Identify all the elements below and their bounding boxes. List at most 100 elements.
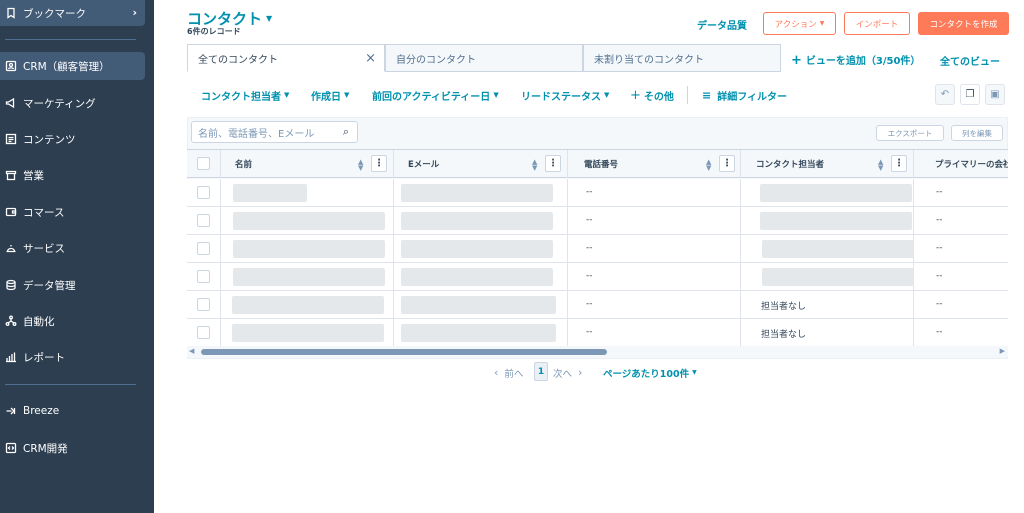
close-icon[interactable]: ×: [365, 51, 376, 66]
search-input[interactable]: 名前、電話番号、Eメール ⌕: [191, 121, 358, 143]
duplicate-view-button[interactable]: ❐: [960, 84, 980, 105]
sidebar-item-breeze[interactable]: Breeze: [0, 397, 154, 425]
sidebar-item-crm[interactable]: CRM（顧客管理）: [0, 52, 145, 80]
save-view-button[interactable]: ▣: [985, 84, 1005, 105]
sidebar-divider: [5, 384, 136, 385]
table-row[interactable]: -- --: [187, 179, 1008, 207]
row-checkbox[interactable]: [197, 242, 210, 255]
sidebar-item-data[interactable]: データ管理: [0, 271, 154, 299]
scroll-right-icon[interactable]: ▶: [1000, 347, 1005, 355]
filter-lead-status[interactable]: リードステータス ▼: [521, 88, 610, 103]
filter-created-date[interactable]: 作成日 ▼: [311, 88, 350, 103]
column-menu-icon[interactable]: ⋮: [891, 155, 907, 172]
bookmark-icon: [5, 7, 17, 19]
actions-button[interactable]: アクション ▼: [763, 12, 836, 35]
sidebar-item-label: 自動化: [23, 315, 55, 328]
select-all-checkbox[interactable]: [197, 157, 210, 170]
create-contact-button[interactable]: コンタクトを作成: [918, 12, 1009, 35]
tab-label: 自分のコンタクト: [396, 54, 476, 66]
owner-value: 担当者なし: [761, 302, 807, 312]
sidebar-item-sales[interactable]: 営業: [0, 161, 154, 189]
current-page[interactable]: 1: [534, 362, 548, 381]
sidebar-item-automation[interactable]: 自動化: [0, 307, 154, 335]
column-header-phone[interactable]: 電話番号 ▲ ▼ ⋮: [568, 150, 741, 178]
column-menu-icon[interactable]: ⋮: [545, 155, 561, 172]
sidebar-item-label: ブックマーク: [23, 7, 86, 20]
table-cell: [568, 291, 741, 319]
name-placeholder: [232, 296, 384, 314]
column-header-owner[interactable]: コンタクト担当者 ▲ ▼ ⋮: [741, 150, 914, 178]
caret-down-icon: ▼: [344, 91, 350, 99]
search-placeholder: 名前、電話番号、Eメール: [198, 128, 315, 140]
scroll-left-icon[interactable]: ◀: [189, 347, 194, 355]
import-button[interactable]: インポート: [844, 12, 910, 35]
breeze-icon: [5, 405, 17, 417]
column-label: 名前: [235, 160, 253, 170]
phone-value: --: [586, 215, 593, 225]
row-checkbox[interactable]: [197, 270, 210, 283]
data-quality-link[interactable]: データ品質: [697, 17, 747, 32]
actions-label: アクション: [774, 19, 817, 30]
column-header-name[interactable]: 名前 ▲ ▼ ⋮: [221, 150, 394, 178]
sort-icon[interactable]: ▲ ▼: [878, 159, 883, 172]
next-page-button[interactable]: 次へ ›: [553, 364, 582, 381]
column-label: コンタクト担当者: [756, 160, 825, 170]
table-row[interactable]: -- 担当者なし --: [187, 319, 1008, 347]
per-page-dropdown[interactable]: ページあたり100件 ▼: [603, 364, 697, 381]
sidebar-item-crm-dev[interactable]: CRM開発: [0, 434, 154, 462]
filter-more[interactable]: + その他: [630, 88, 674, 103]
phone-value: --: [586, 299, 593, 309]
email-placeholder: [401, 240, 553, 258]
filter-last-activity[interactable]: 前回のアクティビティー日 ▼: [372, 88, 499, 103]
filter-owner[interactable]: コンタクト担当者 ▼: [201, 88, 289, 103]
column-header-email[interactable]: Eメール ▲ ▼ ⋮: [394, 150, 568, 178]
column-menu-icon[interactable]: ⋮: [371, 155, 387, 172]
caret-down-icon: ▼: [493, 91, 499, 99]
owner-placeholder: [762, 240, 914, 258]
table-row[interactable]: -- 担当者なし --: [187, 291, 1008, 319]
sort-icon[interactable]: ▲ ▼: [706, 159, 711, 172]
sidebar-item-label: データ管理: [23, 279, 76, 292]
caret-down-icon: ▼: [266, 14, 273, 23]
all-views-link[interactable]: 全てのビュー: [940, 53, 1000, 68]
sidebar-item-reports[interactable]: レポート: [0, 343, 154, 371]
tab-my-contacts[interactable]: 自分のコンタクト: [385, 44, 583, 72]
tab-all-contacts[interactable]: 全てのコンタクト ×: [187, 44, 385, 72]
caret-down-icon: ▼: [692, 369, 697, 376]
sidebar-item-content[interactable]: コンテンツ: [0, 125, 154, 153]
record-count: 6件のレコード: [187, 27, 241, 36]
add-view-button[interactable]: + ビューを追加（3/50件）: [791, 52, 920, 68]
sidebar-item-label: 営業: [23, 169, 44, 182]
sidebar-item-service[interactable]: サービス: [0, 234, 154, 262]
edit-columns-button[interactable]: 列を編集: [951, 125, 1003, 141]
contacts-icon: [5, 60, 17, 72]
undo-button[interactable]: ↶: [935, 84, 955, 105]
sidebar-item-commerce[interactable]: コマース: [0, 198, 154, 226]
sort-icon[interactable]: ▲ ▼: [532, 159, 537, 172]
row-checkbox[interactable]: [197, 186, 210, 199]
caret-down-icon: ▼: [604, 91, 610, 99]
scrollbar-thumb[interactable]: [201, 349, 607, 355]
email-placeholder: [401, 324, 556, 342]
sort-icon[interactable]: ▲ ▼: [358, 159, 363, 172]
commerce-icon: [5, 206, 17, 218]
copy-icon: ❐: [965, 89, 975, 100]
table-row[interactable]: -- --: [187, 207, 1008, 235]
tab-unassigned-contacts[interactable]: 未割り当てのコンタクト: [583, 44, 781, 72]
table-row[interactable]: -- --: [187, 235, 1008, 263]
export-button[interactable]: エクスポート: [876, 125, 944, 141]
table-row[interactable]: -- --: [187, 263, 1008, 291]
row-checkbox[interactable]: [197, 298, 210, 311]
advanced-filters-button[interactable]: ≡ 詳細フィルター: [702, 88, 787, 103]
prev-page-button[interactable]: ‹ 前へ: [494, 364, 523, 381]
content-icon: [5, 133, 17, 145]
company-value: --: [936, 243, 943, 253]
sidebar-bookmarks[interactable]: ブックマーク ›: [0, 0, 145, 26]
company-value: --: [936, 271, 943, 281]
sidebar-item-marketing[interactable]: マーケティング: [0, 89, 154, 117]
row-checkbox[interactable]: [197, 214, 210, 227]
row-checkbox[interactable]: [197, 326, 210, 339]
horizontal-scrollbar[interactable]: ◀ ▶: [187, 346, 1008, 357]
column-header-company[interactable]: プライマリーの会社: [914, 150, 1008, 178]
column-menu-icon[interactable]: ⋮: [719, 155, 735, 172]
